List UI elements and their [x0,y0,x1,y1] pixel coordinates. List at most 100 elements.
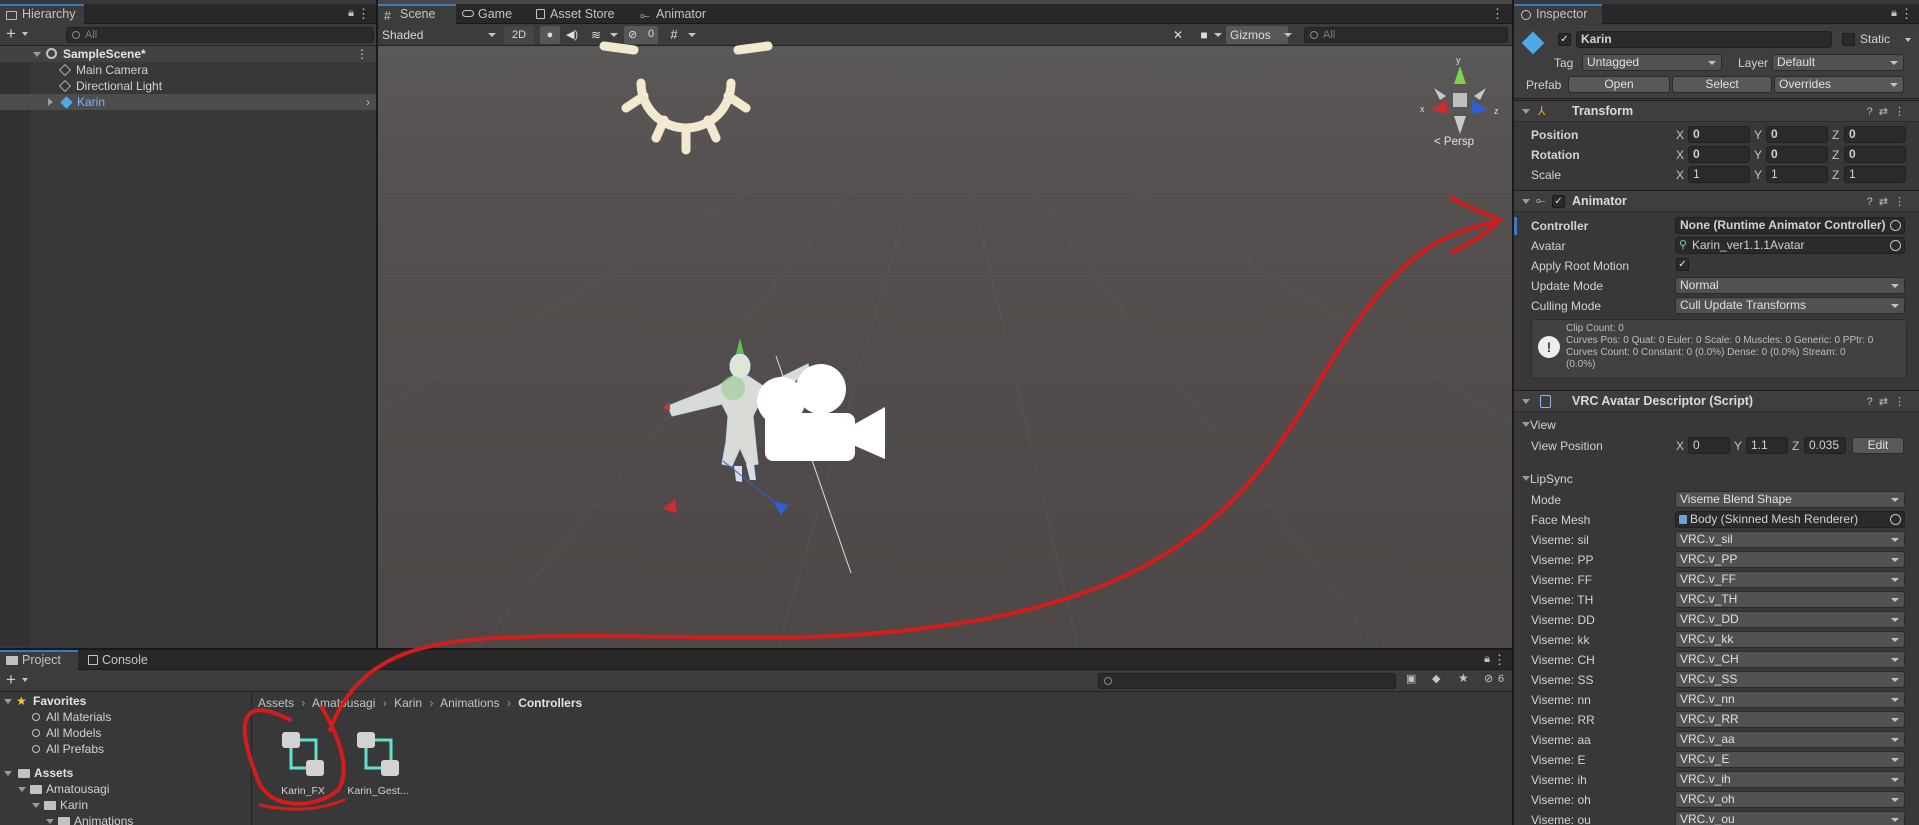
viseme-dropdown[interactable]: VRC.v_RR [1675,711,1905,728]
static-dropdown-icon[interactable] [1905,38,1911,42]
expand-arrow-icon[interactable] [4,699,12,704]
expand-arrow-icon[interactable] [18,787,26,792]
scale-y-field[interactable]: 1 [1766,166,1828,183]
position-y-field[interactable]: 0 [1766,126,1828,143]
expand-arrow-icon[interactable] [32,803,40,808]
more-menu-icon[interactable]: ⋮ [1900,6,1913,22]
tab-scene[interactable]: # Scene [378,4,456,24]
scene-orientation-gizmo[interactable] [1420,60,1500,140]
tab-project[interactable]: Project [0,650,78,670]
lipsync-mode-dropdown[interactable]: Viseme Blend Shape [1675,491,1905,508]
rotation-y-field[interactable]: 0 [1766,146,1828,163]
vrc-descriptor-header[interactable]: VRC Avatar Descriptor (Script) ?⇄⋮ [1514,390,1919,412]
expand-arrow-icon[interactable] [1522,422,1530,427]
update-mode-dropdown[interactable]: Normal [1675,277,1905,294]
hierarchy-item[interactable]: Directional Light [58,78,162,94]
audio-icon[interactable]: ◀) [562,26,582,44]
perspective-toggle[interactable]: < Persp [1434,136,1474,148]
avatar-field[interactable]: ⚲ Karin_ver1.1.1Avatar [1675,237,1905,254]
prefab-overrides-dropdown[interactable]: Overrides [1774,76,1904,93]
viseme-dropdown[interactable]: VRC.v_nn [1675,691,1905,708]
lock-icon[interactable]: 🔒︎ [1891,7,1897,20]
lock-icon[interactable]: 🔒︎ [348,7,354,20]
expand-arrow-icon[interactable] [33,52,41,57]
add-dropdown-icon[interactable] [22,32,28,36]
prefab-select-button[interactable]: Select [1672,76,1772,93]
expand-arrow-icon[interactable] [1522,476,1530,481]
viseme-dropdown[interactable]: VRC.v_sil [1675,531,1905,548]
hierarchy-search-input[interactable]: All [66,27,374,43]
viseme-dropdown[interactable]: VRC.v_E [1675,751,1905,768]
viseme-dropdown[interactable]: VRC.v_aa [1675,731,1905,748]
more-menu-icon[interactable]: ⋮ [1491,6,1504,22]
object-name-field[interactable]: Karin [1576,31,1832,48]
hierarchy-item-selected[interactable]: Karin › [0,94,376,110]
more-menu-icon[interactable]: ⋮ [1493,652,1506,668]
add-icon[interactable]: + [6,670,16,690]
gizmos-dropdown[interactable]: Gizmos [1226,26,1288,44]
culling-mode-dropdown[interactable]: Cull Update Transforms [1675,297,1905,314]
viseme-dropdown[interactable]: VRC.v_ih [1675,771,1905,788]
viseme-dropdown[interactable]: VRC.v_CH [1675,651,1905,668]
tab-inspector[interactable]: Inspector [1514,4,1602,24]
asset-file[interactable]: Karin_FX [272,728,334,808]
search-by-type-icon[interactable]: ▣ [1406,672,1416,685]
scale-z-field[interactable]: 1 [1844,166,1906,183]
expand-arrow-icon[interactable] [1522,399,1530,404]
effects-dropdown-icon[interactable] [610,33,618,37]
viseme-dropdown[interactable]: VRC.v_TH [1675,591,1905,608]
favorites-item[interactable]: All Prefabs [32,741,104,757]
layer-dropdown[interactable]: Default [1772,54,1904,71]
object-picker-icon[interactable] [1890,220,1901,231]
controller-field[interactable]: None (Runtime Animator Controller) [1675,217,1905,234]
directional-light-icon[interactable] [596,38,776,158]
apply-root-motion-checkbox[interactable]: ✓ [1676,258,1689,271]
tab-animator[interactable]: ⟜ Animator [634,4,714,24]
search-by-label-icon[interactable]: ◆ [1432,672,1440,685]
view-edit-button[interactable]: Edit [1852,437,1904,454]
move-handle-arrows[interactable] [663,401,803,521]
expand-arrow-icon[interactable] [1522,109,1530,114]
breadcrumb-item[interactable]: Amatousagi [312,696,375,710]
tab-game[interactable]: Game [456,4,520,24]
enabled-checkbox[interactable]: ✓ [1552,195,1565,208]
scale-x-field[interactable]: 1 [1688,166,1750,183]
expand-arrow-icon[interactable] [1522,199,1530,204]
add-icon[interactable]: + [6,24,16,44]
breadcrumb-item-current[interactable]: Controllers [518,696,582,710]
transform-header[interactable]: ⅄ Transform ?⇄⋮ [1514,100,1919,122]
camera-icon[interactable]: ■ [1194,26,1214,44]
breadcrumb-item[interactable]: Assets [258,696,294,710]
view-position-y-field[interactable]: 1.1 [1746,437,1788,454]
animator-header[interactable]: ⟜ ✓ Animator ?⇄⋮ [1514,190,1919,212]
asset-file[interactable]: Karin_Gest... [345,728,411,808]
tab-hierarchy[interactable]: Hierarchy [0,4,84,24]
grid-dropdown-icon[interactable] [688,33,696,37]
scene-viewport[interactable]: y x z < Persp [378,41,1512,648]
more-menu-icon[interactable]: ⋮ [357,6,370,22]
add-dropdown-icon[interactable] [22,678,28,682]
component-header-icons[interactable]: ?⇄⋮ [1867,395,1911,408]
breadcrumb-item[interactable]: Karin [394,696,422,710]
tools-icon[interactable]: ✕ [1168,26,1188,44]
viseme-dropdown[interactable]: VRC.v_DD [1675,611,1905,628]
component-header-icons[interactable]: ?⇄⋮ [1867,195,1911,208]
object-picker-icon[interactable] [1890,240,1901,251]
tab-asset-store[interactable]: Asset Store [528,4,623,24]
expand-arrow-icon[interactable] [46,819,54,824]
component-header-icons[interactable]: ?⇄⋮ [1867,105,1911,118]
prefab-open-button[interactable]: Open [1568,76,1670,93]
view-position-z-field[interactable]: 0.035 [1804,437,1846,454]
tag-dropdown[interactable]: Untagged [1582,54,1722,71]
viseme-dropdown[interactable]: VRC.v_kk [1675,631,1905,648]
rotation-x-field[interactable]: 0 [1688,146,1750,163]
viseme-dropdown[interactable]: VRC.v_PP [1675,551,1905,568]
scene-row[interactable]: SampleScene* ⋮ [0,46,376,62]
scene-search-input[interactable]: All [1304,27,1508,43]
expand-arrow-icon[interactable] [4,771,12,776]
rotation-z-field[interactable]: 0 [1844,146,1906,163]
view-position-x-field[interactable]: 0 [1688,437,1730,454]
expand-arrow-icon[interactable] [48,98,53,106]
viseme-dropdown[interactable]: VRC.v_SS [1675,671,1905,688]
hierarchy-item[interactable]: Main Camera [58,62,148,78]
